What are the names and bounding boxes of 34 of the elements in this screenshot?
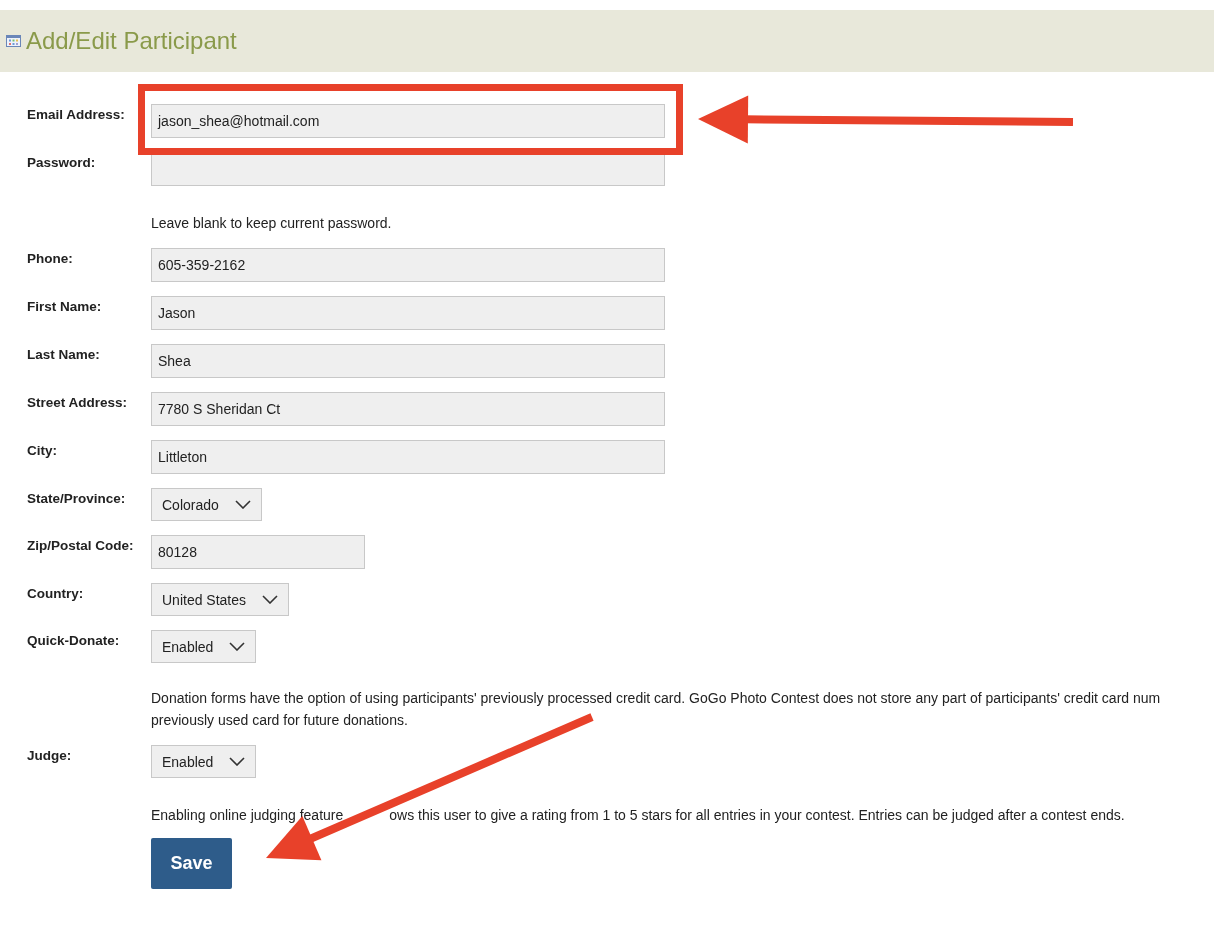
- chevron-down-icon: [229, 642, 246, 651]
- input-field[interactable]: 7780 S Sheridan Ct: [151, 392, 665, 426]
- dropdown[interactable]: United States: [151, 583, 290, 616]
- field-label: Judge:: [27, 747, 73, 765]
- input-field[interactable]: 80128: [151, 535, 365, 569]
- page-title: Add/Edit Participant: [26, 27, 237, 55]
- field-label: Phone:: [27, 250, 74, 268]
- input-field[interactable]: jason_shea@hotmail.com: [151, 104, 665, 138]
- help-text: Enabling online judging feature: [151, 806, 344, 825]
- chevron-down-icon: [229, 757, 246, 766]
- help-text: Leave blank to keep current password.: [151, 214, 393, 233]
- help-text: ows this user to give a rating from 1 to 5 stars for all entries in your contest. Entries can be judged after a contest ends.: [389, 806, 1125, 825]
- chevron-down-icon: [234, 500, 251, 509]
- input-field[interactable]: Littleton: [151, 440, 665, 474]
- field-label: Street Address:: [27, 394, 129, 412]
- field-label: Password:: [27, 154, 97, 172]
- field-label: City:: [27, 442, 58, 460]
- input-field[interactable]: Jason: [151, 296, 665, 330]
- input-field[interactable]: 605-359-2162: [151, 248, 665, 282]
- dropdown[interactable]: Enabled: [151, 745, 257, 778]
- field-label: State/Province:: [27, 490, 127, 508]
- field-label: Last Name:: [27, 346, 101, 364]
- help-text: Donation forms have the option of using participants' previously processed credit card. GoGo Photo Contest does not store any part of participants' credit card num previously used card for future donations.: [151, 689, 1162, 730]
- field-label: First Name:: [27, 298, 103, 316]
- save-button[interactable]: Save: [151, 838, 232, 889]
- input-field[interactable]: Shea: [151, 344, 665, 378]
- calendar-icon: [6, 35, 21, 47]
- field-label: Zip/Postal Code:: [27, 537, 135, 555]
- chevron-down-icon: [262, 595, 279, 604]
- dropdown[interactable]: Colorado: [151, 488, 262, 521]
- dropdown[interactable]: Enabled: [151, 630, 257, 663]
- field-label: Email Address:: [27, 106, 126, 124]
- field-label: Country:: [27, 585, 85, 603]
- field-label: Quick-Donate:: [27, 632, 121, 650]
